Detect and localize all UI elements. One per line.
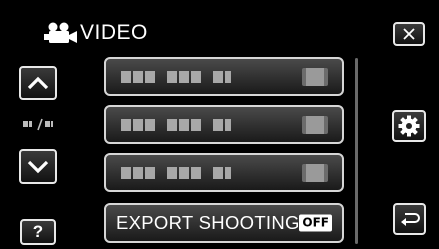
menu-item-label	[121, 166, 231, 179]
menu-item-label	[121, 70, 231, 83]
video-camera-icon	[44, 22, 77, 43]
menu-item-value	[302, 163, 328, 182]
menu-item-export-shooting[interactable]: EXPORT SHOOTING OFF	[104, 203, 344, 243]
chevron-down-icon	[27, 160, 49, 173]
menu-item[interactable]	[104, 153, 344, 192]
chevron-up-icon	[27, 76, 49, 90]
menu-item-label	[121, 118, 231, 131]
menu-item-value	[302, 115, 328, 134]
back-button[interactable]	[393, 203, 426, 235]
status-badge: OFF	[299, 214, 332, 232]
close-button[interactable]	[393, 22, 425, 46]
menu-item[interactable]	[104, 57, 344, 96]
close-icon	[403, 28, 415, 40]
help-button[interactable]: ?	[20, 219, 56, 245]
gear-icon	[398, 115, 420, 137]
page-title: VIDEO	[80, 21, 148, 44]
page-indicator-icon	[20, 116, 56, 134]
return-icon	[400, 213, 420, 226]
settings-button[interactable]	[392, 110, 426, 142]
menu-item[interactable]	[104, 105, 344, 144]
scrollbar[interactable]	[355, 58, 358, 244]
scroll-up-button[interactable]	[19, 66, 57, 100]
scroll-down-button[interactable]	[19, 149, 57, 184]
help-label: ?	[32, 222, 44, 241]
menu-item-label: EXPORT SHOOTING	[116, 212, 300, 233]
menu-item-value	[302, 67, 328, 86]
